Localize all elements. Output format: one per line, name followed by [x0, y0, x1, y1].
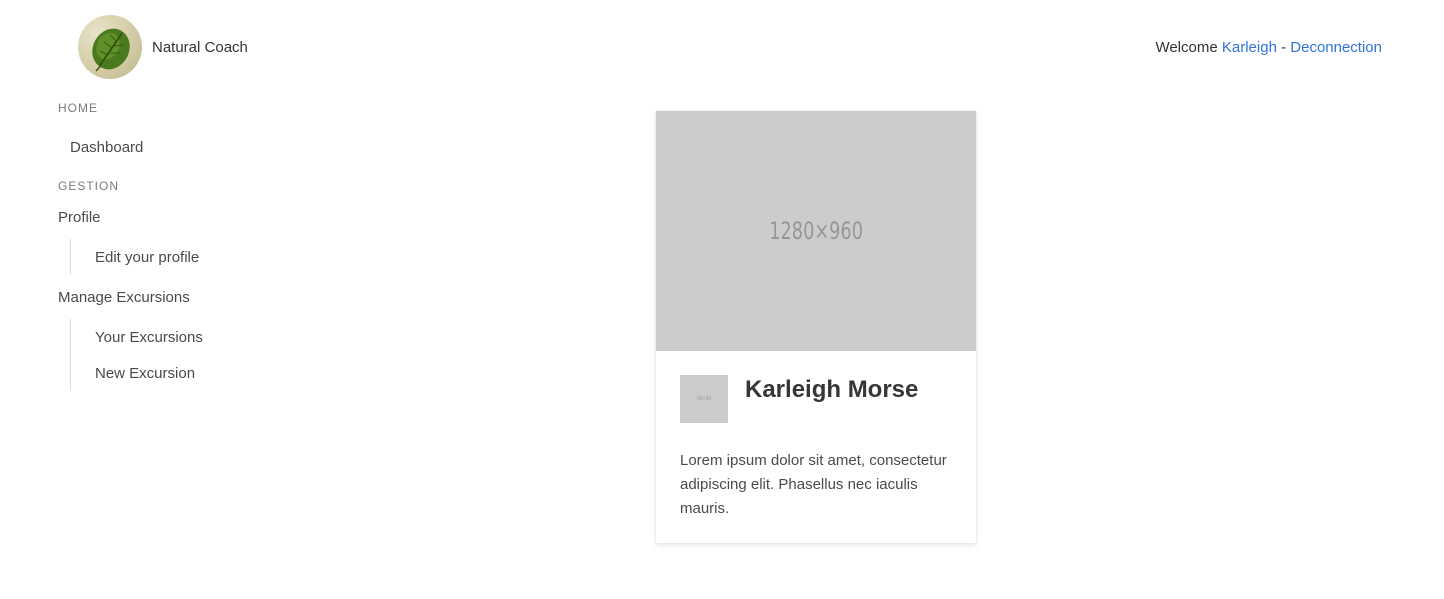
card-content: Lorem ipsum dolor sit amet, consectetur … [680, 452, 947, 517]
user-name-link[interactable]: Karleigh [1222, 39, 1277, 56]
leaf-icon [92, 28, 130, 72]
sidebar-item-profile[interactable]: Profile [58, 209, 101, 226]
avatar: 96×96 [680, 375, 728, 423]
welcome-text: Welcome [1155, 39, 1218, 56]
sidebar-item-your-excursions[interactable]: Your Excursions [95, 329, 203, 346]
submenu-border [70, 239, 71, 275]
logo[interactable] [78, 15, 142, 79]
separator: - [1281, 39, 1287, 56]
profile-card: 1280×960 96×96 Karleigh Morse Lorem ipsu… [656, 111, 976, 543]
sidebar-item-dashboard[interactable]: Dashboard [70, 139, 143, 156]
menu-label-gestion: Gestion [58, 179, 120, 193]
brand-name[interactable]: Natural Coach [152, 39, 248, 56]
logout-link[interactable]: Deconnection [1290, 39, 1382, 56]
menu-label-home: Home [58, 101, 98, 115]
thumb-placeholder-label: 96×96 [696, 396, 712, 402]
user-greeting: Welcome Karleigh - Deconnection [1155, 39, 1382, 56]
sidebar-item-manage-excursions[interactable]: Manage Excursions [58, 289, 190, 306]
submenu-border [70, 319, 71, 391]
card-title: Karleigh Morse [745, 376, 919, 403]
card-image-placeholder: 1280×960 [656, 111, 976, 351]
sidebar-item-edit-profile[interactable]: Edit your profile [95, 249, 199, 266]
sidebar-item-new-excursion[interactable]: New Excursion [95, 365, 195, 382]
image-placeholder-label: 1280×960 [769, 217, 863, 245]
